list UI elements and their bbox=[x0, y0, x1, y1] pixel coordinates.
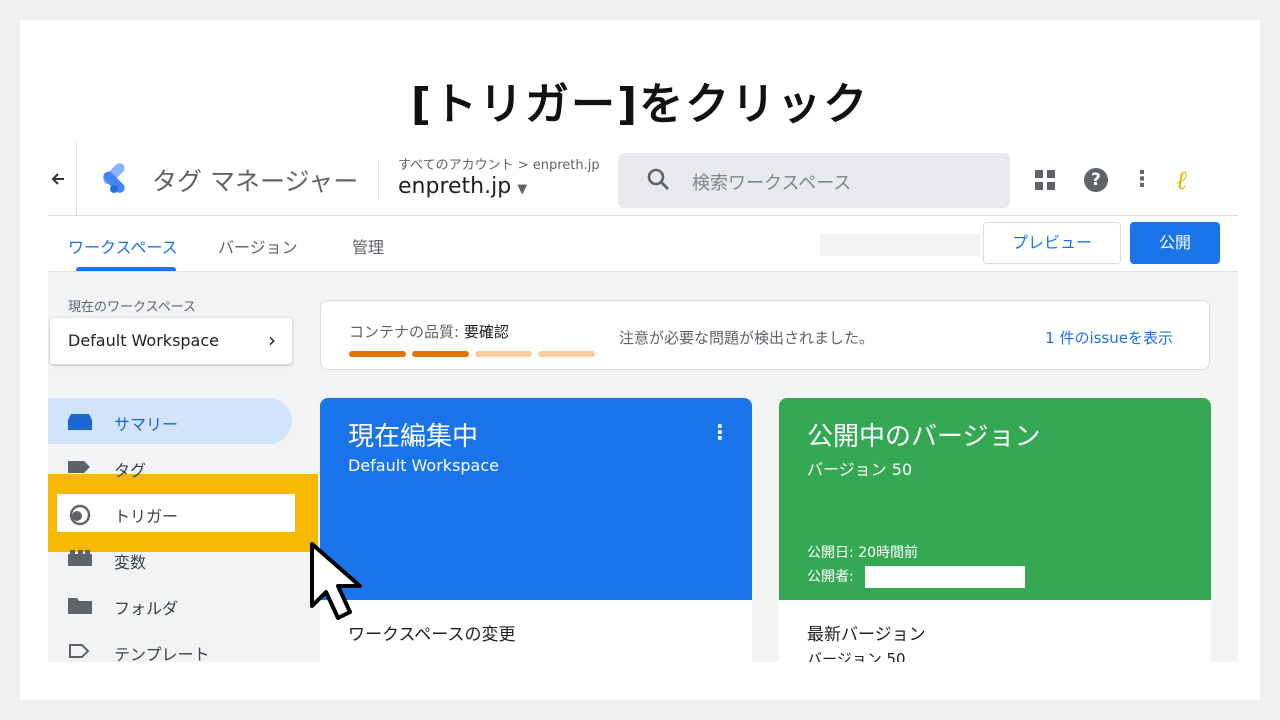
preview-button[interactable]: プレビュー bbox=[983, 222, 1121, 264]
sidebar-item-label: テンプレート bbox=[114, 645, 210, 662]
product-name: タグ マネージャー bbox=[152, 167, 359, 196]
quality-message: 注意が必要な問題が検出されました。 bbox=[619, 329, 875, 347]
mouse-cursor-icon bbox=[308, 540, 388, 624]
latest-version-panel: 最新バージョン バージョン 50 bbox=[779, 600, 1211, 662]
sidebar-item-label: 変数 bbox=[114, 553, 147, 572]
sidebar-item-triggers[interactable]: トリガー bbox=[48, 490, 292, 536]
sidebar-item-templates[interactable]: テンプレート bbox=[48, 628, 292, 662]
active-tab-indicator bbox=[76, 267, 176, 271]
apps-grid-icon[interactable] bbox=[1035, 170, 1055, 190]
quality-bar-segment bbox=[349, 351, 406, 357]
workspace-name: Default Workspace bbox=[68, 331, 219, 350]
search-placeholder: 検索ワークスペース bbox=[692, 173, 852, 194]
panel-title: 最新バージョン bbox=[807, 625, 926, 645]
tag-manager-logo-icon[interactable] bbox=[96, 160, 132, 196]
workspace-selector[interactable]: Default Workspace › bbox=[50, 318, 292, 364]
published-version-card[interactable]: 公開中のバージョン バージョン 50 公開日: 20時間前 公開者: bbox=[779, 398, 1211, 600]
more-vert-icon[interactable]: ⋮ bbox=[710, 420, 730, 444]
quality-bar-segment bbox=[412, 351, 469, 357]
summary-icon bbox=[68, 412, 92, 430]
sidebar-item-label: フォルダ bbox=[114, 599, 179, 618]
view-issues-link[interactable]: 1 件のissueを表示 bbox=[1045, 327, 1173, 348]
divider bbox=[76, 142, 77, 216]
quality-status: 要確認 bbox=[463, 323, 509, 341]
instruction-heading: [トリガー]をクリック bbox=[410, 79, 870, 130]
quality-bar-segment bbox=[475, 351, 532, 357]
published-by-label: 公開者: bbox=[807, 569, 854, 585]
sidebar-item-label: トリガー bbox=[114, 507, 179, 526]
more-vert-icon[interactable]: ⋮ bbox=[1130, 168, 1154, 192]
back-arrow-icon[interactable] bbox=[50, 168, 70, 192]
sidebar-item-label: タグ bbox=[114, 461, 147, 480]
publish-button[interactable]: 公開 bbox=[1130, 222, 1220, 264]
card-subtitle: バージョン 50 bbox=[807, 460, 913, 479]
sidebar-item-variables[interactable]: 変数 bbox=[48, 536, 292, 582]
divider bbox=[378, 160, 379, 200]
card-title: 公開中のバージョン bbox=[807, 422, 1041, 452]
redacted-publisher bbox=[865, 566, 1025, 588]
card-title: 現在編集中 bbox=[348, 422, 479, 452]
main-content: 現在のワークスペース Default Workspace › サマリー タグ ト… bbox=[48, 272, 1238, 662]
top-bar: タグ マネージャー すべてのアカウント > enpreth.jp enpreth… bbox=[48, 130, 1238, 216]
variable-icon bbox=[68, 550, 92, 568]
sidebar-item-tags[interactable]: タグ bbox=[48, 444, 292, 490]
tab-versions[interactable]: バージョン bbox=[218, 234, 298, 258]
tab-admin[interactable]: 管理 bbox=[352, 234, 384, 258]
panel-subtitle: バージョン 50 bbox=[807, 650, 906, 662]
sidebar-item-summary[interactable]: サマリー bbox=[48, 398, 292, 444]
published-date: 公開日: 20時間前 bbox=[807, 545, 918, 561]
account-avatar-icon[interactable]: ℓ bbox=[1176, 166, 1206, 196]
breadcrumb[interactable]: すべてのアカウント > enpreth.jp bbox=[398, 154, 600, 173]
caret-down-icon: ▼ bbox=[517, 182, 528, 197]
template-icon bbox=[68, 642, 92, 660]
quality-label-text: コンテナの品質: bbox=[349, 323, 460, 341]
workspace-label: 現在のワークスペース bbox=[68, 300, 197, 315]
redacted-status bbox=[820, 234, 980, 256]
tag-manager-app: タグ マネージャー すべてのアカウント > enpreth.jp enpreth… bbox=[48, 130, 1238, 662]
account-selector[interactable]: enpreth.jp ▼ bbox=[398, 174, 527, 199]
container-quality-panel: コンテナの品質: 要確認 注意が必要な問題が検出されました。 1 件のissue… bbox=[320, 300, 1210, 370]
trigger-icon bbox=[68, 504, 92, 526]
search-icon bbox=[646, 167, 672, 193]
sidebar-item-folders[interactable]: フォルダ bbox=[48, 582, 292, 628]
chevron-right-icon: › bbox=[268, 328, 276, 352]
card-subtitle: Default Workspace bbox=[348, 456, 499, 475]
quality-label: コンテナの品質: 要確認 bbox=[349, 321, 509, 342]
tab-workspace[interactable]: ワークスペース bbox=[68, 234, 178, 258]
quality-bar-segment bbox=[538, 351, 595, 357]
tab-row: ワークスペース バージョン 管理 プレビュー 公開 bbox=[48, 216, 1238, 272]
account-name: enpreth.jp bbox=[398, 174, 512, 199]
search-box[interactable]: 検索ワークスペース bbox=[618, 153, 1010, 208]
folder-icon bbox=[68, 596, 92, 614]
tag-icon bbox=[68, 458, 92, 476]
help-icon[interactable]: ? bbox=[1084, 168, 1108, 192]
sidebar-item-label: サマリー bbox=[114, 415, 179, 434]
